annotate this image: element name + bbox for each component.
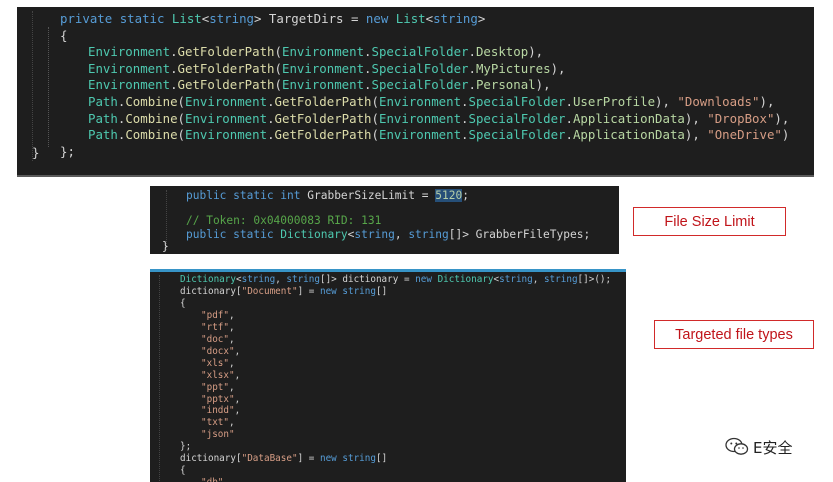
code-line: }; <box>60 143 75 159</box>
code-line: Path.Combine(Environment.GetFolderPath(E… <box>88 127 790 143</box>
code-line: Dictionary<string, string[]> dictionary … <box>180 274 612 285</box>
indent-guide <box>48 27 49 147</box>
code-line-size-limit: public static int GrabberSizeLimit = 512… <box>186 189 469 202</box>
code-line: "indd", <box>201 405 241 417</box>
code-line: "db", <box>201 477 229 482</box>
code-line: "rtf", <box>201 321 235 333</box>
file-size-limit-label: File Size Limit <box>633 207 786 236</box>
code-line: { <box>180 297 186 309</box>
code-line: Environment.GetFolderPath(Environment.Sp… <box>88 77 551 93</box>
code-line: private static List<string> TargetDirs =… <box>60 11 486 26</box>
code-line: "doc", <box>201 333 235 345</box>
code-line: dictionary["DataBase"] = new string[] <box>180 453 388 465</box>
code-line: "xlsx", <box>201 369 241 381</box>
code-line-file-types: public static Dictionary<string, string[… <box>186 228 591 241</box>
code-line: { <box>180 465 186 477</box>
code-line: "txt", <box>201 417 235 429</box>
code-line: Environment.GetFolderPath(Environment.Sp… <box>88 60 566 76</box>
watermark: E安全 <box>725 435 792 459</box>
indent-guide <box>159 275 160 481</box>
code-line: Environment.GetFolderPath(Environment.Sp… <box>88 44 544 60</box>
targeted-file-types-label: Targeted file types <box>654 320 814 349</box>
size-limit-value: 5120 <box>435 189 463 202</box>
code-line: }; <box>180 441 192 453</box>
code-line: dictionary["Document"] = new string[] <box>180 285 388 297</box>
code-line: { <box>60 27 68 43</box>
code-line: "docx", <box>201 345 241 357</box>
indent-guide <box>32 11 33 161</box>
code-panel-grabber-size: public static int GrabberSizeLimit = 512… <box>150 186 619 254</box>
code-line: "pdf", <box>201 309 235 321</box>
panel-top-accent <box>150 269 626 272</box>
code-line: "ppt", <box>201 381 235 393</box>
code-line: "pptx", <box>201 393 241 405</box>
panel-bottom-border <box>17 175 814 177</box>
code-line: Path.Combine(Environment.GetFolderPath(E… <box>88 110 790 126</box>
closing-brace: } <box>162 240 169 253</box>
code-line: "json" <box>201 429 235 441</box>
wechat-icon <box>725 437 749 455</box>
code-panel-file-types: Dictionary<string, string[]> dictionary … <box>150 269 626 482</box>
code-comment-token: // Token: 0x04000083 RID: 131 <box>186 214 382 227</box>
code-line: Path.Combine(Environment.GetFolderPath(E… <box>88 94 775 109</box>
code-line: "xls", <box>201 357 235 369</box>
watermark-text: E安全 <box>753 438 793 457</box>
code-panel-target-dirs: private static List<string> TargetDirs =… <box>17 7 814 175</box>
code-line: } <box>32 145 40 160</box>
